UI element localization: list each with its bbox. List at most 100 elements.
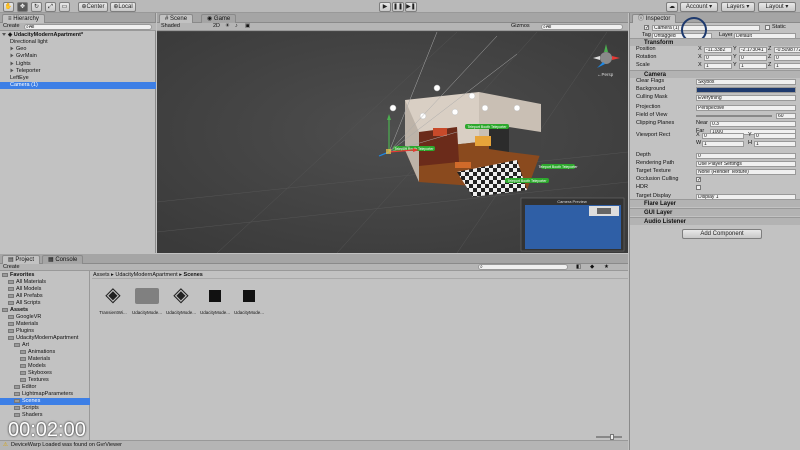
rotation-z-field[interactable]: 0 [774, 55, 800, 61]
viewport-x-field[interactable]: 0 [702, 133, 744, 139]
scene-viewport[interactable]: Teleport Booth Teleporter Teleport Booth… [157, 32, 628, 253]
audio-listener-header[interactable]: Audio Listener [630, 217, 800, 225]
pause-button[interactable]: ❚❚ [392, 2, 404, 12]
viewport-w-field[interactable]: 1 [702, 141, 744, 147]
scale-z-field[interactable]: 1 [774, 63, 800, 69]
project-tree-item[interactable]: Models [0, 363, 90, 370]
space-local-button[interactable]: ⊕Local [110, 2, 136, 12]
breadcrumb-assets[interactable]: Assets [93, 272, 110, 278]
expand-triangle-icon[interactable] [10, 46, 14, 51]
static-checkbox[interactable] [765, 25, 770, 30]
project-tree-item[interactable]: Shaders [0, 412, 90, 419]
project-tree-item[interactable]: Favorites [0, 272, 90, 279]
expand-triangle-icon[interactable] [10, 68, 14, 73]
transform-header[interactable]: Transform [630, 38, 800, 46]
hierarchy-item[interactable]: Teleporter [0, 68, 156, 75]
rotate-tool-button[interactable]: ↻ [31, 2, 42, 12]
filter-type-icon[interactable]: ◧ [576, 264, 581, 271]
expand-triangle-icon[interactable] [10, 61, 14, 66]
project-tree-item[interactable]: Scenes [0, 398, 90, 405]
hierarchy-item[interactable]: GvrMain [0, 53, 156, 60]
asset-item[interactable]: ◈ UdacityMode... [166, 282, 196, 316]
hierarchy-create-dropdown[interactable]: Create [3, 23, 20, 30]
tab-game[interactable]: ◉ Game [201, 14, 237, 23]
layout-dropdown[interactable]: Layout ▾ [758, 2, 796, 12]
cloud-button[interactable]: ☁ [666, 2, 678, 12]
hierarchy-item[interactable]: Geo [0, 46, 156, 53]
tab-project[interactable]: ▤ Project [2, 255, 41, 264]
project-tree-item[interactable]: Art [0, 342, 90, 349]
camera-field-value[interactable]: Everything [696, 95, 796, 101]
project-tree-item[interactable]: GoogleVR [0, 314, 90, 321]
scene-search-input[interactable]: ⌕All [541, 24, 623, 30]
project-tree-item[interactable]: All Materials [0, 279, 90, 286]
tab-scene[interactable]: # Scene [159, 14, 194, 23]
flare-layer-header[interactable]: Flare Layer [630, 199, 800, 207]
tab-inspector[interactable]: ⓘ Inspector [632, 14, 677, 23]
position-y-field[interactable]: -2.173041 [739, 47, 767, 53]
gizmos-dropdown[interactable]: Gizmos [511, 23, 530, 30]
breadcrumb-apartment[interactable]: UdacityModernApartment [115, 272, 177, 278]
scene-root-row[interactable]: ◈ UdacityModernApartment* [0, 32, 156, 39]
project-tree-item[interactable]: Materials [0, 356, 90, 363]
project-tree-item[interactable]: Scripts [0, 405, 90, 412]
hierarchy-item[interactable]: LeftEye [0, 75, 156, 82]
project-tree-item[interactable]: Plugins [0, 328, 90, 335]
camera-field-value[interactable]: None (Render Texture) [696, 169, 796, 175]
add-component-button[interactable]: Add Component [682, 229, 762, 239]
project-tree-item[interactable]: Skyboxes [0, 370, 90, 377]
hierarchy-item[interactable]: Camera (1) [0, 82, 156, 90]
rect-tool-button[interactable]: ▭ [59, 2, 70, 12]
mode-2d-toggle[interactable]: 2D [213, 23, 220, 30]
icon-size-slider[interactable] [596, 434, 622, 440]
account-dropdown[interactable]: Account ▾ [680, 2, 718, 12]
camera-field-value[interactable]: Use Player Settings [696, 161, 796, 167]
hand-tool-button[interactable]: ✋ [3, 2, 14, 12]
project-tree-item[interactable]: UdacityModernApartment [0, 335, 90, 342]
camera-field-value[interactable]: Perspective [696, 105, 796, 111]
project-create-dropdown[interactable]: Create [3, 264, 20, 271]
hierarchy-item[interactable]: Lights [0, 61, 156, 68]
camera-field-value[interactable]: 0 [696, 153, 796, 159]
step-button[interactable]: ▶❚ [405, 2, 417, 12]
tab-console[interactable]: ▦ Console [42, 255, 84, 264]
gui-layer-header[interactable]: GUI Layer [630, 208, 800, 216]
viewport-y-field[interactable]: 0 [754, 133, 796, 139]
layers-dropdown[interactable]: Layers ▾ [721, 2, 755, 12]
rotation-y-field[interactable]: 0 [739, 55, 767, 61]
position-x-field[interactable]: -11.3382 [704, 47, 732, 53]
project-tree-item[interactable]: Materials [0, 321, 90, 328]
asset-item[interactable]: ◈ TransientWi... [98, 282, 128, 316]
occlusion-culling-checkbox[interactable]: ✓ [696, 177, 701, 183]
scale-y-field[interactable]: 1 [739, 63, 767, 69]
hierarchy-search-input[interactable]: ⌕All [24, 24, 152, 30]
position-z-field[interactable]: -0.5098772 [774, 47, 800, 53]
hierarchy-item[interactable]: Directional light [0, 39, 156, 46]
effects-toggle-icon[interactable]: ▣ [245, 23, 250, 30]
project-tree-item[interactable]: Editor [0, 384, 90, 391]
project-tree-item[interactable]: Animations [0, 349, 90, 356]
asset-item[interactable]: UdacityMode... [200, 282, 230, 316]
breadcrumb-scenes[interactable]: Scenes [184, 272, 203, 278]
background-color-swatch[interactable] [696, 87, 796, 93]
filter-label-icon[interactable]: ◆ [590, 264, 594, 271]
move-tool-button[interactable]: ✥ [17, 2, 28, 12]
favorite-star-icon[interactable]: ★ [604, 264, 609, 271]
asset-item[interactable]: UdacityMode... [132, 282, 162, 316]
project-tree-item[interactable]: Assets [0, 307, 90, 314]
expand-triangle-icon[interactable] [10, 53, 14, 58]
camera-header[interactable]: Camera [630, 70, 800, 78]
project-tree-item[interactable]: All Scripts [0, 300, 90, 307]
project-tree-item[interactable]: All Prefabs [0, 293, 90, 300]
clip-near-field[interactable]: 0.3 [710, 121, 796, 127]
project-search-input[interactable]: ⌕ [478, 264, 568, 270]
project-tree-item[interactable]: LightmapParameters [0, 391, 90, 398]
hdr-checkbox[interactable] [696, 185, 701, 190]
project-tree-item[interactable]: Textures [0, 377, 90, 384]
play-button[interactable]: ▶ [379, 2, 391, 12]
rotation-x-field[interactable]: 0 [704, 55, 732, 61]
shading-dropdown[interactable]: Shaded [161, 23, 180, 30]
active-checkbox[interactable]: ✓ [644, 25, 649, 31]
pivot-center-button[interactable]: ⊕Center [78, 2, 108, 12]
fov-value-field[interactable]: 60 [776, 113, 796, 119]
